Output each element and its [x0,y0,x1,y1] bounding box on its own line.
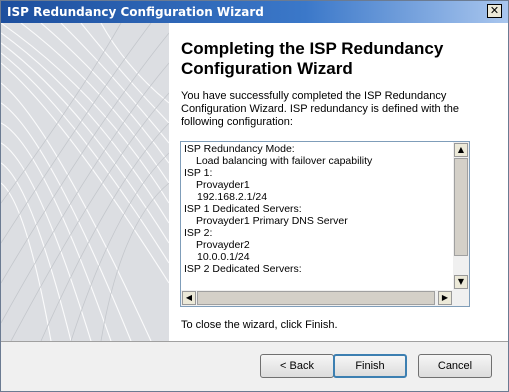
cancel-button[interactable]: Cancel [418,354,492,378]
configuration-summary-box[interactable]: ISP Redundancy Mode: Load balancing with … [180,141,470,307]
wizard-content: Completing the ISP Redundancy Configurat… [169,23,508,341]
configuration-text: ISP Redundancy Mode: Load balancing with … [184,143,449,291]
config-line: Provayder1 Primary DNS Server [196,215,348,227]
config-line: Provayder2 [196,239,250,251]
config-line: Provayder1 [196,179,250,191]
intro-text: You have successfully completed the ISP … [181,90,460,128]
wizard-banner-graphic [1,23,169,341]
left-arrow-icon[interactable]: ◀ [182,291,196,305]
close-icon[interactable]: ✕ [487,4,502,18]
vertical-scroll-thumb[interactable] [454,158,468,256]
button-bar: < Back Finish Cancel [1,341,508,391]
config-line: ISP 2 Dedicated Servers: [184,263,302,275]
config-line: Load balancing with failover capability [196,155,373,167]
config-line: 192.168.2.1/24 [197,191,268,203]
title-bar[interactable]: ISP Redundancy Configuration Wizard ✕ [1,1,508,23]
down-arrow-icon[interactable]: ▼ [454,275,468,289]
config-line: 10.0.0.1/24 [197,251,250,263]
wizard-window: ISP Redundancy Configuration Wizard ✕ Co… [0,0,509,392]
horizontal-scrollbar[interactable]: ◀ ▶ [181,290,453,306]
config-line: ISP 1 Dedicated Servers: [184,203,302,215]
config-line: ISP 1: [184,167,213,179]
window-title: ISP Redundancy Configuration Wizard [7,5,264,19]
config-line: ISP Redundancy Mode: [184,143,295,155]
scroll-corner [453,290,469,306]
up-arrow-icon[interactable]: ▲ [454,143,468,157]
finish-button[interactable]: Finish [333,354,407,378]
horizontal-scroll-thumb[interactable] [197,291,435,305]
right-arrow-icon[interactable]: ▶ [438,291,452,305]
closing-instruction: To close the wizard, click Finish. [181,319,338,331]
page-title: Completing the ISP Redundancy Configurat… [181,39,444,78]
back-button[interactable]: < Back [260,354,334,378]
config-line: ISP 2: [184,227,213,239]
banner-lines [1,23,169,341]
vertical-scrollbar[interactable]: ▲ ▼ [453,142,469,290]
